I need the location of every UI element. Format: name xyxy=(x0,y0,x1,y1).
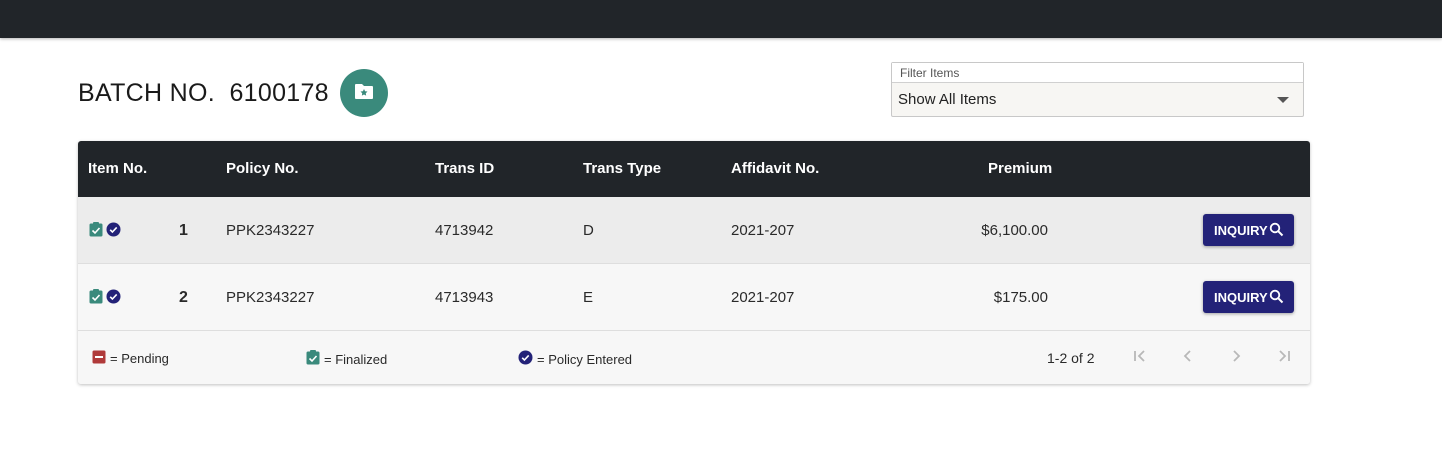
cell-affidavit-no: 2021-207 xyxy=(731,222,795,239)
header-trans-id: Trans ID xyxy=(435,160,495,177)
table-row: 1 PPK2343227 4713942 D 2021-207 $6,100.0… xyxy=(78,197,1310,264)
cell-policy-no: PPK2343227 xyxy=(226,222,315,239)
clipboard-check-icon xyxy=(306,350,320,368)
pagination-range: 1-2 of 2 xyxy=(1047,350,1095,366)
last-page-icon xyxy=(1276,348,1292,369)
cell-premium: $175.00 xyxy=(993,289,1048,306)
cell-premium: $6,100.00 xyxy=(981,222,1048,239)
next-page-button[interactable] xyxy=(1225,347,1247,369)
first-page-button[interactable] xyxy=(1129,347,1151,369)
header-affidavit-no: Affidavit No. xyxy=(731,160,820,177)
chevron-right-icon xyxy=(1228,348,1244,369)
header-item-no: Item No. xyxy=(88,160,148,177)
cell-affidavit-no: 2021-207 xyxy=(731,289,795,306)
filter-label: Filter Items xyxy=(892,63,1303,83)
row-status-icons xyxy=(89,289,121,309)
clipboard-check-icon xyxy=(89,222,103,242)
clipboard-check-icon xyxy=(89,289,103,309)
check-circle-icon xyxy=(106,222,121,242)
table-row: 2 PPK2343227 4713943 E 2021-207 $175.00 … xyxy=(78,264,1310,331)
table-header: Item No. Policy No. Trans ID Trans Type … xyxy=(78,141,1310,197)
inquiry-button[interactable]: INQUIRY xyxy=(1203,281,1294,313)
batch-items-table: Item No. Policy No. Trans ID Trans Type … xyxy=(78,141,1310,384)
row-status-icons xyxy=(89,222,121,242)
previous-page-button[interactable] xyxy=(1177,347,1199,369)
table-footer: = Pending = Finalized = Policy Entered 1… xyxy=(78,331,1310,384)
inquiry-button-label: INQUIRY xyxy=(1214,222,1268,238)
inquiry-button-label: INQUIRY xyxy=(1214,289,1268,305)
chevron-left-icon xyxy=(1180,348,1196,369)
filter-selected-value: Show All Items xyxy=(898,91,997,108)
cell-item-no: 2 xyxy=(179,289,188,306)
cell-trans-type: E xyxy=(583,289,594,306)
inquiry-button[interactable]: INQUIRY xyxy=(1203,214,1294,246)
header-policy-no: Policy No. xyxy=(226,160,299,177)
first-page-icon xyxy=(1132,348,1148,369)
legend-pending-label: = Pending xyxy=(110,351,169,366)
minus-box-icon xyxy=(92,350,106,367)
check-circle-icon xyxy=(106,289,121,309)
cell-policy-no: PPK2343227 xyxy=(226,289,315,306)
check-circle-icon xyxy=(518,350,533,368)
header-trans-type: Trans Type xyxy=(583,160,662,177)
top-app-bar xyxy=(0,0,1442,38)
cell-item-no: 1 xyxy=(179,222,188,239)
cell-trans-id: 4713943 xyxy=(435,289,494,306)
folder-action-button[interactable] xyxy=(340,69,388,117)
cell-trans-type: D xyxy=(583,222,594,239)
last-page-button[interactable] xyxy=(1273,347,1295,369)
cell-trans-id: 4713942 xyxy=(435,222,494,239)
header-premium: Premium xyxy=(988,160,1053,177)
folder-star-icon xyxy=(354,82,374,105)
legend-finalized-label: = Finalized xyxy=(324,351,388,367)
legend-policy-entered-label: = Policy Entered xyxy=(537,351,633,367)
chevron-down-icon xyxy=(1277,97,1289,103)
filter-items-select[interactable]: Filter Items Show All Items xyxy=(891,62,1304,117)
legend-finalized: = Finalized xyxy=(306,350,387,368)
page-title: BATCH NO. 6100178 xyxy=(78,79,329,107)
legend-pending: = Pending xyxy=(92,350,169,367)
legend-policy-entered: = Policy Entered xyxy=(518,350,632,368)
